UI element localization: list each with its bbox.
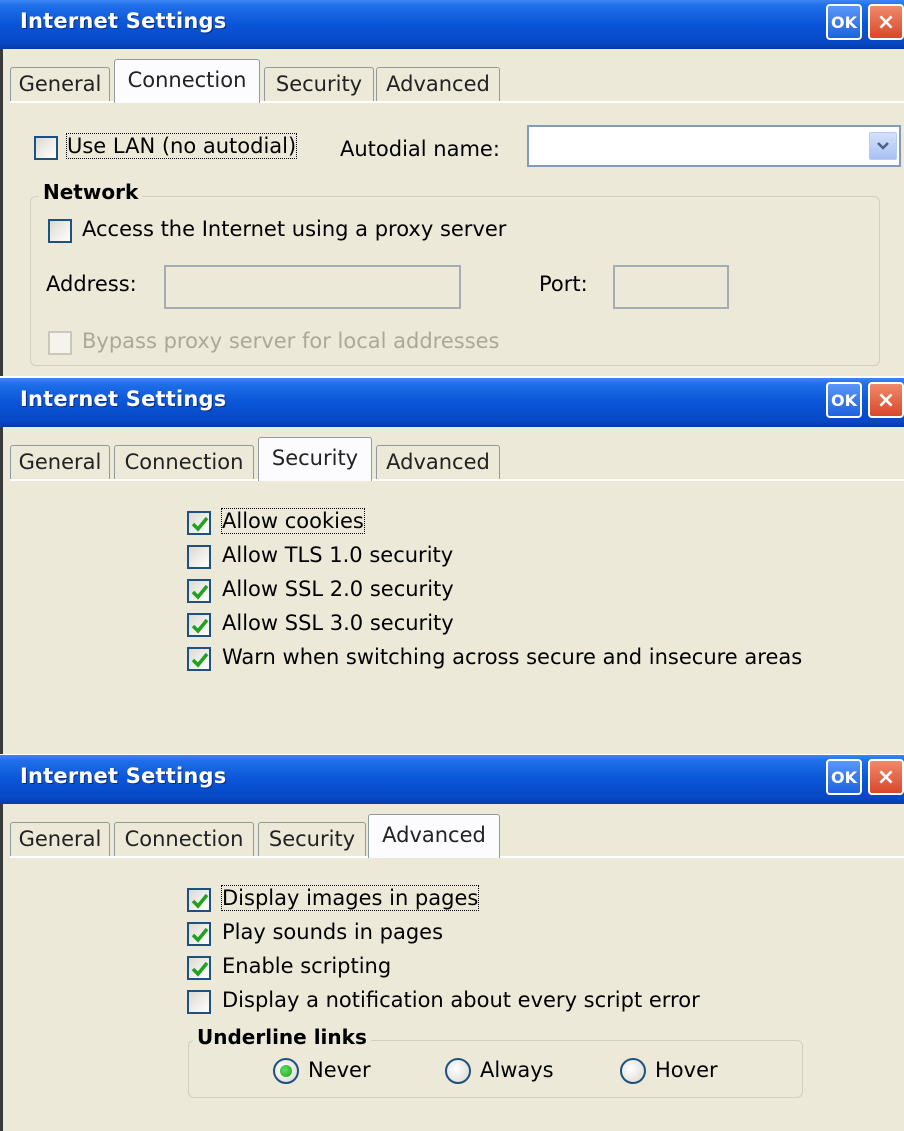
- ok-button[interactable]: OK: [826, 4, 862, 40]
- check-icon: [191, 652, 209, 668]
- use-lan-label[interactable]: Use LAN (no autodial): [65, 133, 298, 159]
- close-button[interactable]: ×: [868, 382, 904, 418]
- dropdown-button[interactable]: [869, 132, 897, 160]
- tab-security[interactable]: Security: [258, 437, 372, 481]
- tab-advanced[interactable]: Advanced: [376, 67, 500, 101]
- display-images-label[interactable]: Display images in pages: [220, 885, 480, 911]
- tab-general[interactable]: General: [10, 67, 110, 101]
- advanced-content: Display images in pages Play sounds in p…: [10, 858, 904, 1131]
- window-edge: [0, 49, 3, 376]
- enable-scripting-checkbox[interactable]: [187, 956, 211, 980]
- advanced-panel: Internet Settings OK × General Connectio…: [0, 755, 904, 1131]
- check-icon: [191, 618, 209, 634]
- underline-hover-radio[interactable]: [620, 1058, 646, 1084]
- tab-connection[interactable]: Connection: [114, 59, 260, 103]
- window-title: Internet Settings: [20, 764, 227, 788]
- security-panel: Internet Settings OK × General Connectio…: [0, 378, 904, 754]
- allow-tls10-label: Allow TLS 1.0 security: [222, 543, 454, 567]
- security-content: Allow cookies Allow TLS 1.0 security All…: [10, 481, 904, 754]
- underline-hover-label: Hover: [655, 1058, 718, 1082]
- warn-switching-label: Warn when switching across secure and in…: [222, 645, 803, 669]
- tab-connection[interactable]: Connection: [114, 822, 254, 856]
- connection-content: Use LAN (no autodial) Autodial name: Net…: [10, 103, 904, 376]
- check-icon: [191, 961, 209, 977]
- tab-security[interactable]: Security: [258, 822, 366, 856]
- check-icon: [191, 927, 209, 943]
- network-group: Network Access the Internet using a prox…: [30, 180, 880, 366]
- title-bar: Internet Settings OK ×: [0, 378, 904, 427]
- display-images-checkbox[interactable]: [187, 888, 211, 912]
- tab-strip: General Connection Security Advanced: [10, 437, 900, 481]
- tab-security[interactable]: Security: [264, 67, 374, 101]
- window-title: Internet Settings: [20, 9, 227, 33]
- window-edge: [0, 804, 3, 1131]
- network-group-title: Network: [39, 180, 143, 204]
- allow-cookies-checkbox[interactable]: [187, 511, 211, 535]
- underline-never-label: Never: [308, 1058, 371, 1082]
- allow-ssl30-label: Allow SSL 3.0 security: [222, 611, 454, 635]
- bypass-checkbox[interactable]: [48, 331, 72, 355]
- address-field[interactable]: [164, 265, 461, 309]
- autodial-label: Autodial name:: [340, 137, 500, 161]
- underline-never-radio[interactable]: [273, 1058, 299, 1084]
- radio-selected-dot: [280, 1065, 292, 1077]
- address-label: Address:: [46, 272, 137, 296]
- check-icon: [191, 893, 209, 909]
- play-sounds-label: Play sounds in pages: [222, 920, 444, 944]
- allow-ssl20-checkbox[interactable]: [187, 579, 211, 603]
- allow-ssl30-checkbox[interactable]: [187, 613, 211, 637]
- proxy-checkbox[interactable]: [48, 219, 72, 243]
- play-sounds-checkbox[interactable]: [187, 922, 211, 946]
- tab-general[interactable]: General: [10, 822, 110, 856]
- warn-switching-checkbox[interactable]: [187, 647, 211, 671]
- allow-tls10-checkbox[interactable]: [187, 545, 211, 569]
- autodial-dropdown[interactable]: [527, 125, 901, 167]
- enable-scripting-label: Enable scripting: [222, 954, 392, 978]
- underline-always-label: Always: [480, 1058, 554, 1082]
- script-error-notification-checkbox[interactable]: [187, 990, 211, 1014]
- ok-button[interactable]: OK: [826, 382, 862, 418]
- title-bar: Internet Settings OK ×: [0, 755, 904, 804]
- script-error-notification-label: Display a notification about every scrip…: [222, 988, 700, 1012]
- bypass-label: Bypass proxy server for local addresses: [82, 329, 500, 353]
- ok-button[interactable]: OK: [826, 759, 862, 795]
- tab-strip: General Connection Security Advanced: [10, 814, 900, 858]
- window-title: Internet Settings: [20, 387, 227, 411]
- tab-connection[interactable]: Connection: [114, 445, 254, 479]
- underline-links-title: Underline links: [193, 1025, 371, 1049]
- close-button[interactable]: ×: [868, 759, 904, 795]
- use-lan-checkbox[interactable]: [34, 136, 58, 160]
- check-icon: [191, 516, 209, 532]
- tab-general[interactable]: General: [10, 445, 110, 479]
- tab-advanced[interactable]: Advanced: [376, 445, 500, 479]
- port-label: Port:: [539, 272, 588, 296]
- chevron-down-icon: [877, 142, 889, 150]
- tab-advanced[interactable]: Advanced: [368, 814, 500, 858]
- allow-ssl20-label: Allow SSL 2.0 security: [222, 577, 454, 601]
- allow-cookies-label[interactable]: Allow cookies: [221, 508, 365, 534]
- proxy-label: Access the Internet using a proxy server: [82, 217, 507, 241]
- window-edge: [0, 427, 3, 754]
- title-bar: Internet Settings OK ×: [0, 0, 904, 49]
- tab-strip: General Connection Security Advanced: [10, 59, 900, 103]
- underline-links-group: Underline links Never Always Hover: [188, 1025, 803, 1098]
- underline-always-radio[interactable]: [445, 1058, 471, 1084]
- connection-panel: Internet Settings OK × General Connectio…: [0, 0, 904, 376]
- close-button[interactable]: ×: [868, 4, 904, 40]
- check-icon: [191, 584, 209, 600]
- port-field[interactable]: [613, 265, 729, 309]
